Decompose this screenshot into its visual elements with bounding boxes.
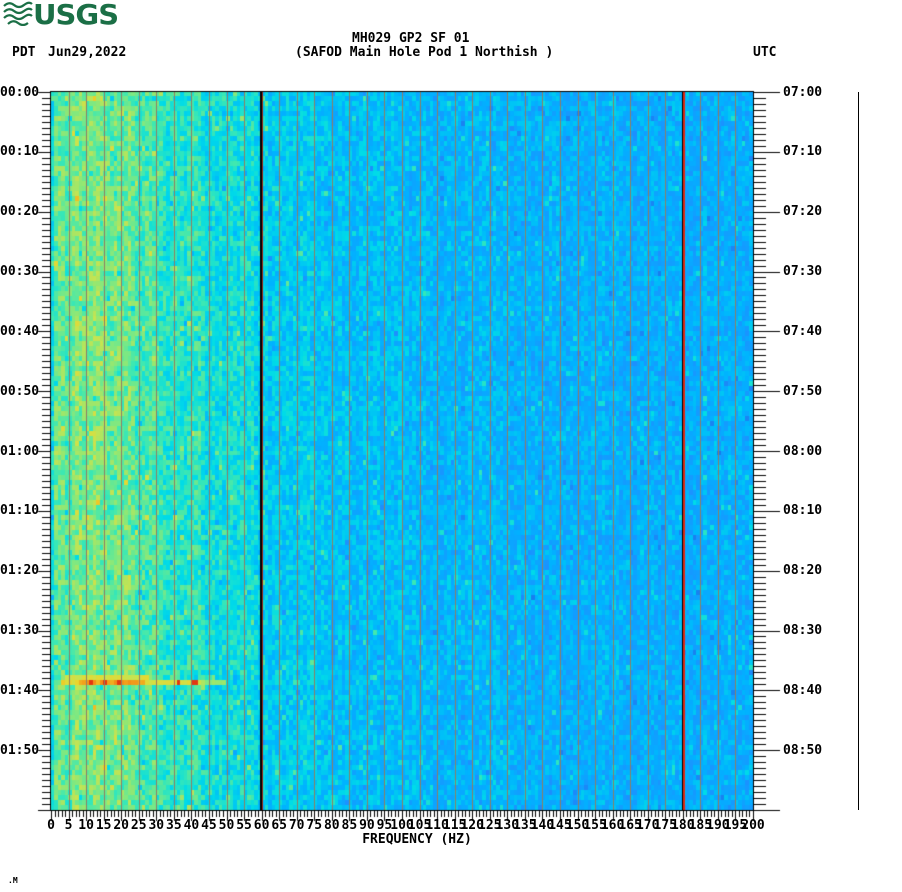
corner-note: .M xyxy=(8,876,18,885)
scale-bar xyxy=(858,92,859,810)
spectrogram-canvas xyxy=(0,0,902,892)
x-axis-title: FREQUENCY (HZ) xyxy=(362,832,472,847)
usgs-spectrogram-page: USGS PDT Jun29,2022 MH029 GP2 SF 01 (SAF… xyxy=(0,0,902,892)
